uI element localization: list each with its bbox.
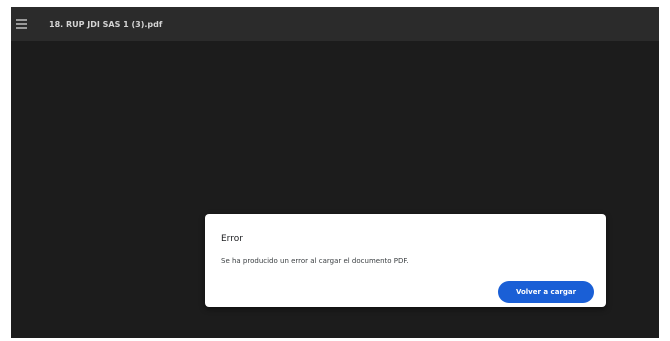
menu-icon-bar: [16, 19, 27, 21]
dialog-title: Error: [221, 234, 243, 244]
menu-icon-bar: [16, 23, 27, 25]
dialog-message: Se ha producido un error al cargar el do…: [221, 257, 409, 265]
pdf-viewer: 18. RUP JDI SAS 1 (3).pdf Error Se ha pr…: [11, 7, 659, 338]
toolbar: 18. RUP JDI SAS 1 (3).pdf: [11, 7, 659, 41]
reload-button[interactable]: Volver a cargar: [498, 281, 594, 303]
menu-icon-bar: [16, 27, 27, 29]
menu-icon[interactable]: [16, 19, 30, 29]
error-dialog: Error Se ha producido un error al cargar…: [205, 214, 606, 307]
document-title: 18. RUP JDI SAS 1 (3).pdf: [49, 19, 163, 29]
